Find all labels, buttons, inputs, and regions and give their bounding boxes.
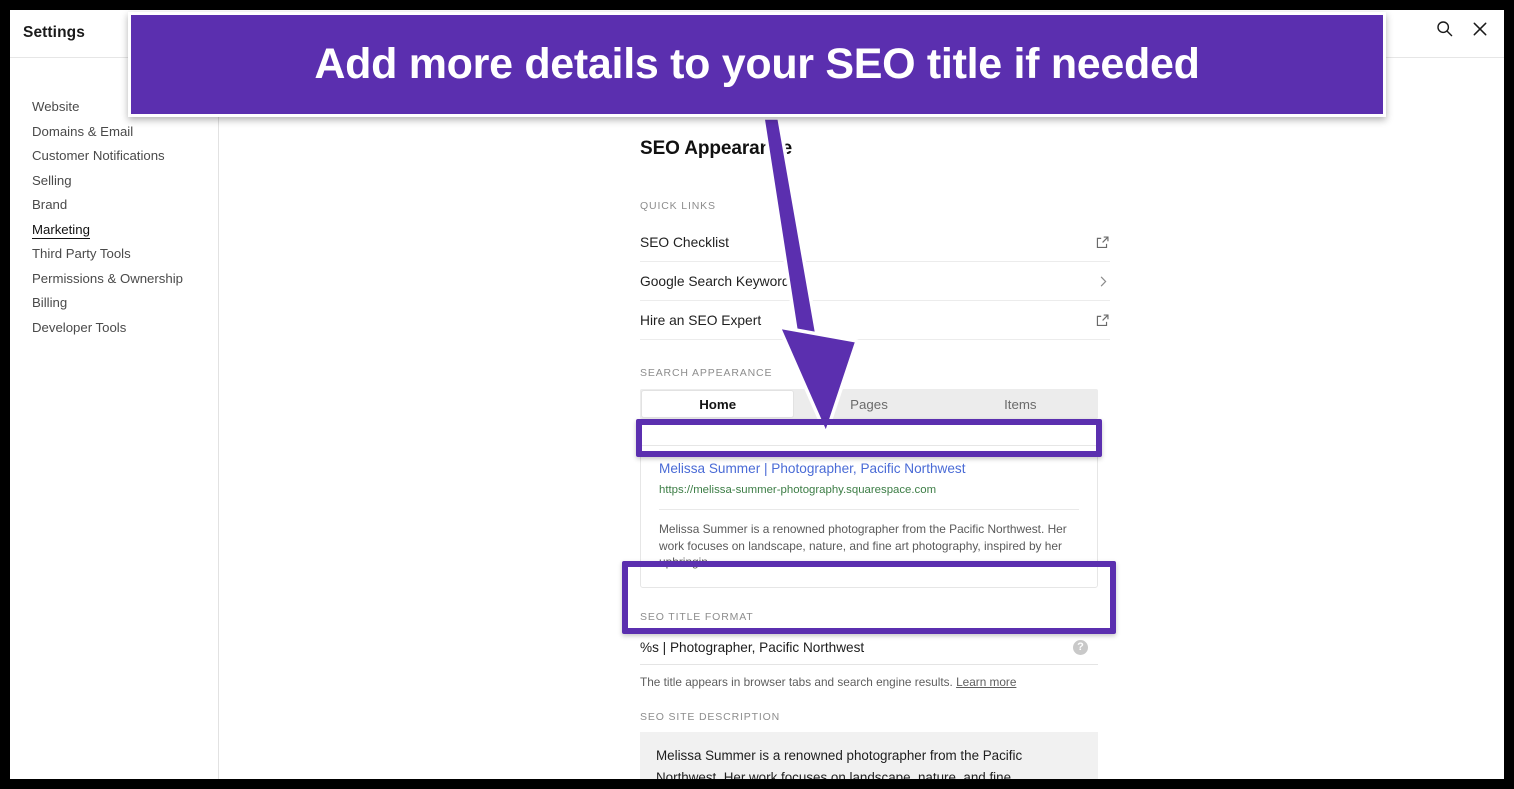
quick-link-label: SEO Checklist	[640, 234, 729, 250]
seo-title-format-hint: The title appears in browser tabs and se…	[640, 675, 1098, 689]
search-appearance-tabs: Home Pages Items	[640, 389, 1098, 419]
external-link-icon	[1095, 313, 1110, 328]
sidebar-item-permissions-ownership[interactable]: Permissions & Ownership	[10, 267, 218, 292]
section-title: SEO Appearance	[640, 138, 793, 159]
search-appearance-label: SEARCH APPEARANCE	[640, 367, 773, 379]
sidebar-item-website[interactable]: Website	[10, 95, 218, 120]
quick-links-section: QUICK LINKS SEO Checklist Google Search …	[640, 200, 1110, 340]
sidebar-item-label: Billing	[32, 295, 68, 310]
sidebar-item-label: Customer Notifications	[32, 148, 165, 163]
seo-title-format-section: SEO TITLE FORMAT %s | Photographer, Paci…	[640, 611, 1098, 689]
seo-title-format-input[interactable]: %s | Photographer, Pacific Northwest ?	[640, 631, 1098, 665]
seo-site-description-label: SEO SITE DESCRIPTION	[640, 710, 781, 723]
sidebar-item-marketing[interactable]: Marketing	[10, 218, 218, 243]
preview-title: Melissa Summer | Photographer, Pacific N…	[659, 461, 966, 476]
seo-site-description-textarea[interactable]: Melissa Summer is a renowned photographe…	[640, 731, 1098, 780]
sidebar-item-customer-notifications[interactable]: Customer Notifications	[10, 144, 218, 169]
search-appearance-section: SEARCH APPEARANCE Home Pages Items	[640, 367, 1110, 419]
seo-title-format-label: SEO TITLE FORMAT	[640, 610, 754, 623]
sidebar-item-label: Marketing	[32, 221, 90, 239]
quick-link-label: Hire an SEO Expert	[640, 312, 762, 328]
page-title: Settings	[23, 24, 85, 41]
close-icon[interactable]	[1472, 21, 1488, 37]
preview-divider	[659, 509, 1079, 510]
sidebar-item-label: Website	[32, 99, 80, 114]
external-link-icon	[1095, 235, 1110, 250]
settings-panel: Settings Website Domains & Email Custome…	[10, 10, 1504, 779]
tab-home[interactable]: Home	[642, 391, 794, 417]
sidebar-item-label: Domains & Email	[32, 123, 134, 139]
preview-url: https://melissa-summer-photography.squar…	[659, 484, 937, 496]
sidebar-item-third-party-tools[interactable]: Third Party Tools	[10, 242, 218, 267]
seo-title-format-value: %s | Photographer, Pacific Northwest	[640, 639, 865, 655]
tab-items[interactable]: Items	[945, 391, 1096, 417]
header-actions	[1436, 20, 1488, 37]
sidebar-item-label: Permissions & Ownership	[32, 270, 183, 286]
preview-description: Melissa Summer is a renowned photographe…	[659, 522, 1067, 569]
main-content: SEO Appearance QUICK LINKS SEO Checklist	[220, 59, 1504, 779]
sidebar-item-label: Brand	[32, 197, 68, 212]
sidebar-item-label: Selling	[32, 172, 72, 188]
sidebar-item-billing[interactable]: Billing	[10, 291, 218, 316]
quick-link-google-search-keywords[interactable]: Google Search Keywords	[640, 262, 1110, 301]
learn-more-link[interactable]: Learn more	[956, 675, 1016, 689]
panel-header: Settings	[10, 10, 1504, 58]
quick-link-seo-checklist[interactable]: SEO Checklist	[640, 223, 1110, 262]
search-result-preview: Melissa Summer | Photographer, Pacific N…	[640, 445, 1098, 588]
tab-pages[interactable]: Pages	[793, 391, 944, 417]
sidebar-item-label: Third Party Tools	[32, 246, 131, 261]
sidebar-item-developer-tools[interactable]: Developer Tools	[10, 316, 218, 341]
seo-appearance-panel: SEO Appearance QUICK LINKS SEO Checklist	[640, 59, 1110, 779]
sidebar-item-domains-email[interactable]: Domains & Email	[10, 120, 218, 145]
seo-site-description-section: SEO SITE DESCRIPTION Melissa Summer is a…	[640, 710, 1098, 780]
quick-links-label: QUICK LINKS	[640, 200, 716, 212]
quick-link-label: Google Search Keywords	[640, 273, 797, 289]
search-icon[interactable]	[1436, 20, 1453, 37]
sidebar-item-label: Developer Tools	[32, 319, 127, 335]
settings-sidebar: Website Domains & Email Customer Notific…	[10, 59, 219, 779]
sidebar-item-selling[interactable]: Selling	[10, 169, 218, 194]
quick-link-hire-seo-expert[interactable]: Hire an SEO Expert	[640, 301, 1110, 340]
screenshot-frame: Settings Website Domains & Email Custome…	[0, 0, 1514, 789]
hint-text: The title appears in browser tabs and se…	[640, 674, 953, 689]
seo-site-description-value: Melissa Summer is a renowned photographe…	[656, 747, 1023, 780]
help-icon[interactable]: ?	[1073, 639, 1088, 655]
chevron-right-icon	[1097, 275, 1110, 288]
sidebar-item-brand[interactable]: Brand	[10, 193, 218, 218]
